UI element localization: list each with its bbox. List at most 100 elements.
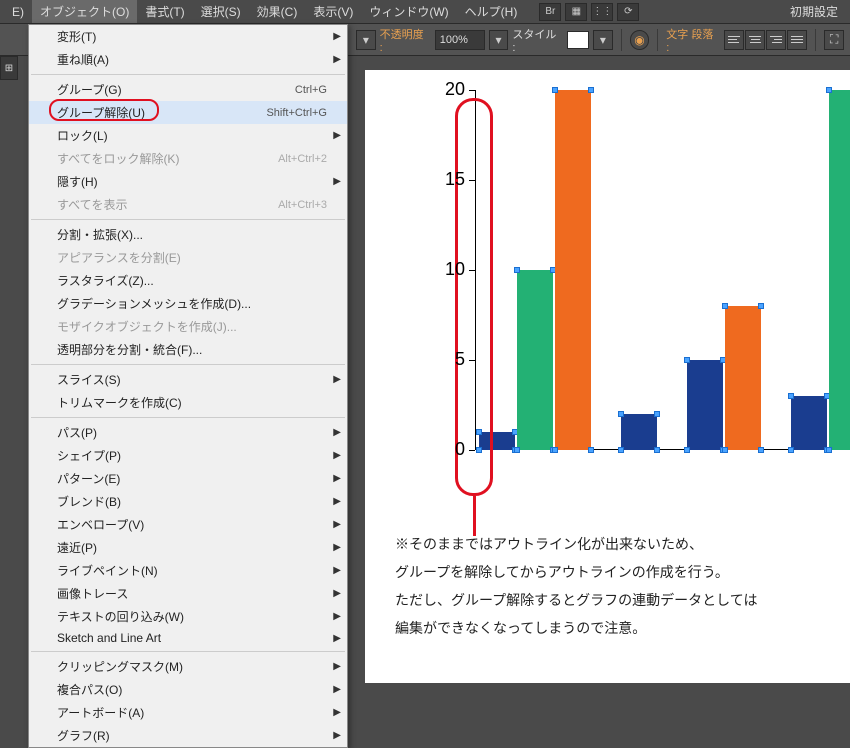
menu-item-label: 画像トレース: [57, 585, 128, 602]
menu-item[interactable]: パターン(E)▶: [29, 467, 347, 490]
menu-separator: [31, 74, 345, 75]
y-axis: [475, 90, 476, 450]
menu-item[interactable]: 隠す(H)▶: [29, 170, 347, 193]
selection-handle-icon[interactable]: [552, 87, 558, 93]
menu-item-label: すべてを表示: [57, 196, 127, 213]
selection-handle-icon[interactable]: [654, 447, 660, 453]
style-swatch[interactable]: [567, 31, 589, 49]
transform-icon[interactable]: ⛶: [824, 30, 844, 50]
selection-handle-icon[interactable]: [788, 447, 794, 453]
selection-handle-icon[interactable]: [552, 447, 558, 453]
selection-handle-icon[interactable]: [684, 357, 690, 363]
selection-handle-icon[interactable]: [476, 447, 482, 453]
menu-help[interactable]: ヘルプ(H): [457, 0, 526, 23]
selection-handle-icon[interactable]: [758, 303, 764, 309]
selection-handle-icon[interactable]: [588, 87, 594, 93]
selection-handle-icon[interactable]: [722, 303, 728, 309]
bar-chart[interactable]: 05101520: [425, 90, 850, 490]
menu-item[interactable]: ラスタライズ(Z)...: [29, 269, 347, 292]
menubar-fragment: E): [4, 2, 32, 22]
menu-item[interactable]: 画像トレース▶: [29, 582, 347, 605]
selection-handle-icon[interactable]: [826, 447, 832, 453]
menu-item-label: 隠す(H): [57, 173, 98, 190]
menu-item[interactable]: 複合パス(O)▶: [29, 678, 347, 701]
menu-item[interactable]: ロック(L)▶: [29, 124, 347, 147]
submenu-arrow-icon: ▶: [333, 565, 341, 576]
bar[interactable]: [621, 414, 657, 450]
selection-handle-icon[interactable]: [684, 447, 690, 453]
menubar: E) オブジェクト(O) 書式(T) 選択(S) 効果(C) 表示(V) ウィン…: [0, 0, 850, 24]
selection-handle-icon[interactable]: [476, 429, 482, 435]
arrange-docs-icon[interactable]: ▦: [565, 3, 587, 21]
chevron-down-icon[interactable]: ▾: [489, 30, 509, 50]
menu-item[interactable]: 分割・拡張(X)...: [29, 223, 347, 246]
selection-handle-icon[interactable]: [788, 393, 794, 399]
selection-handle-icon[interactable]: [618, 447, 624, 453]
menu-item-label: エンベロープ(V): [57, 516, 144, 533]
selection-handle-icon[interactable]: [514, 447, 520, 453]
menu-item[interactable]: グループ解除(U) Shift+Ctrl+G: [29, 101, 347, 124]
selection-handle-icon[interactable]: [758, 447, 764, 453]
menu-item[interactable]: 遠近(P)▶: [29, 536, 347, 559]
menu-item[interactable]: グループ(G)Ctrl+G: [29, 78, 347, 101]
canvas[interactable]: 05101520 ※そのままではアウトライン化が出来ないため、 グループを解除し…: [365, 70, 850, 683]
menu-item[interactable]: アートボード(A)▶: [29, 701, 347, 724]
bar[interactable]: [687, 360, 723, 450]
align-right-icon[interactable]: [766, 30, 786, 50]
menu-item[interactable]: ライブペイント(N)▶: [29, 559, 347, 582]
recolor-icon[interactable]: ◉: [630, 30, 650, 50]
workspace-label[interactable]: 初期設定: [782, 0, 846, 23]
selection-handle-icon[interactable]: [514, 267, 520, 273]
align-center-icon[interactable]: [745, 30, 765, 50]
menu-effect[interactable]: 効果(C): [249, 0, 306, 23]
menu-item[interactable]: グラデーションメッシュを作成(D)...: [29, 292, 347, 315]
menu-window[interactable]: ウィンドウ(W): [361, 0, 456, 23]
selection-handle-icon[interactable]: [654, 411, 660, 417]
caption-text: ※そのままではアウトライン化が出来ないため、 グループを解除してからアウトライン…: [395, 530, 757, 642]
menu-item[interactable]: 変形(T)▶: [29, 25, 347, 48]
menu-item[interactable]: スライス(S)▶: [29, 368, 347, 391]
selection-handle-icon[interactable]: [588, 447, 594, 453]
menu-item-label: グループ解除(U): [57, 104, 145, 121]
menu-item-label: テキストの回り込み(W): [57, 608, 184, 625]
bar-group: [791, 90, 850, 450]
menu-item[interactable]: 透明部分を分割・統合(F)...: [29, 338, 347, 361]
menu-item[interactable]: 重ね順(A)▶: [29, 48, 347, 71]
style-label: スタイル :: [512, 26, 561, 54]
y-tick-label: 20: [445, 79, 465, 100]
selection-handle-icon[interactable]: [826, 87, 832, 93]
chevron-down-icon[interactable]: ▾: [356, 30, 376, 50]
menu-type[interactable]: 書式(T): [137, 0, 192, 23]
sync-icon[interactable]: ⟳: [617, 3, 639, 21]
menu-object[interactable]: オブジェクト(O): [32, 0, 137, 23]
align-justify-icon[interactable]: [787, 30, 807, 50]
menu-separator: [31, 651, 345, 652]
selection-handle-icon[interactable]: [722, 447, 728, 453]
y-tick-label: 15: [445, 169, 465, 190]
bar[interactable]: [791, 396, 827, 450]
align-left-icon[interactable]: [724, 30, 744, 50]
menu-item[interactable]: テキストの回り込み(W)▶: [29, 605, 347, 628]
menu-item[interactable]: グラフ(R)▶: [29, 724, 347, 747]
bar[interactable]: [555, 90, 591, 450]
menu-item[interactable]: トリムマークを作成(C): [29, 391, 347, 414]
bar[interactable]: [517, 270, 553, 450]
menu-item[interactable]: エンベロープ(V)▶: [29, 513, 347, 536]
bridge-icon[interactable]: Br: [539, 3, 561, 21]
menu-item[interactable]: Sketch and Line Art▶: [29, 628, 347, 648]
menu-select[interactable]: 選択(S): [193, 0, 249, 23]
tab-strip-icon[interactable]: ⊞: [0, 56, 18, 80]
menu-view[interactable]: 表示(V): [305, 0, 361, 23]
menu-shortcut: Shift+Ctrl+G: [266, 107, 327, 119]
menu-item[interactable]: ブレンド(B)▶: [29, 490, 347, 513]
menu-item[interactable]: シェイプ(P)▶: [29, 444, 347, 467]
menu-item[interactable]: パス(P)▶: [29, 421, 347, 444]
gpu-icon[interactable]: ⋮⋮: [591, 3, 613, 21]
selection-handle-icon[interactable]: [618, 411, 624, 417]
bar[interactable]: [725, 306, 761, 450]
chevron-down-icon[interactable]: ▾: [593, 30, 613, 50]
opacity-input[interactable]: [435, 30, 485, 50]
bar[interactable]: [829, 90, 850, 450]
menu-item[interactable]: クリッピングマスク(M)▶: [29, 655, 347, 678]
bar[interactable]: [479, 432, 515, 450]
